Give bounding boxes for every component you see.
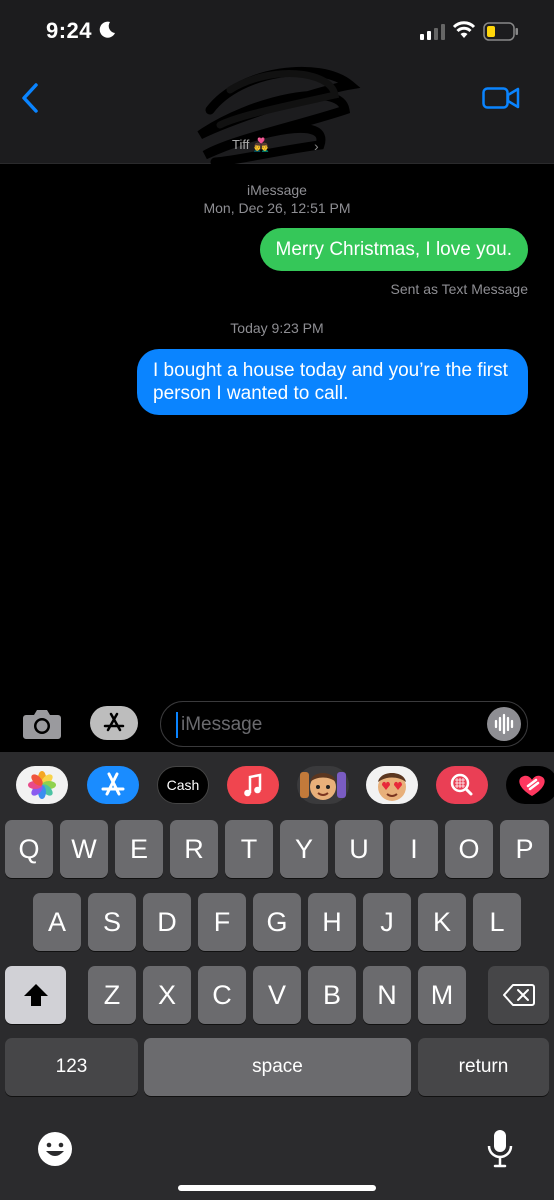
app-store-icon [103,712,125,732]
memoji-icon[interactable] [297,766,349,804]
key-p[interactable]: P [500,820,549,878]
key-r[interactable]: R [170,820,218,878]
key-w[interactable]: W [60,820,108,878]
return-key[interactable]: return [418,1038,549,1096]
conversation-header: Tiff 👨‍❤️‍👨 › [0,60,554,165]
apple-cash-icon[interactable]: Cash [157,766,209,804]
numbers-key[interactable]: 123 [5,1038,138,1096]
message-timestamp: Today 9:23 PM [230,320,324,336]
space-key[interactable]: space [144,1038,411,1096]
video-camera-icon[interactable] [482,86,520,110]
home-indicator[interactable] [178,1185,376,1191]
key-m[interactable]: M [418,966,466,1024]
key-l[interactable]: L [473,893,521,951]
shift-key[interactable] [5,966,66,1024]
key-a[interactable]: A [33,893,81,951]
shift-arrow-icon [23,984,48,1006]
microphone-icon[interactable] [486,1128,514,1170]
key-x[interactable]: X [143,966,191,1024]
key-e[interactable]: E [115,820,163,878]
key-k[interactable]: K [418,893,466,951]
text-cursor [176,712,178,738]
sent-as-label: Sent as Text Message [390,281,528,297]
key-z[interactable]: Z [88,966,136,1024]
moon-icon [99,21,115,38]
key-v[interactable]: V [253,966,301,1024]
key-s[interactable]: S [88,893,136,951]
signal-icon [420,24,445,40]
key-h[interactable]: H [308,893,356,951]
message-bubble-sms[interactable]: Merry Christmas, I love you. [259,228,528,271]
backspace-key[interactable] [488,966,549,1024]
key-u[interactable]: U [335,820,383,878]
photos-app-icon[interactable] [16,766,68,804]
audio-message-button[interactable] [487,707,521,741]
message-input-placeholder: iMessage [181,714,263,735]
message-bubble-imessage[interactable]: I bought a house today and you’re the fi… [137,349,528,415]
music-icon[interactable] [227,766,279,804]
app-drawer: Cash [0,752,554,814]
images-search-icon[interactable] [436,766,488,804]
app-store-icon[interactable] [87,766,139,804]
key-c[interactable]: C [198,966,246,1024]
key-y[interactable]: Y [280,820,328,878]
key-g[interactable]: G [253,893,301,951]
contact-details-chevron-icon[interactable]: › [314,138,319,154]
key-d[interactable]: D [143,893,191,951]
message-input[interactable]: iMessage [160,701,528,747]
digital-touch-icon[interactable] [506,766,554,804]
waveform-icon [494,713,514,735]
key-t[interactable]: T [225,820,273,878]
key-i[interactable]: I [390,820,438,878]
key-f[interactable]: F [198,893,246,951]
app-store-button[interactable] [90,706,138,740]
apple-cash-label: Cash [166,777,200,793]
battery-icon [483,22,518,41]
key-j[interactable]: J [363,893,411,951]
key-n[interactable]: N [363,966,411,1024]
key-b[interactable]: B [308,966,356,1024]
camera-icon[interactable] [22,706,62,740]
status-time: 9:24 [46,18,93,43]
keyboard: Cash Q W E R T Y U I O P A S D F G H J K… [0,752,554,1200]
emoji-icon[interactable] [36,1130,74,1168]
status-bar: 9:24 [0,0,554,60]
key-o[interactable]: O [445,820,493,878]
chevron-left-icon[interactable] [18,82,42,114]
key-q[interactable]: Q [5,820,53,878]
contact-emoji: 👨‍❤️‍👨 [252,137,270,152]
message-timestamp: Mon, Dec 26, 12:51 PM [203,200,351,216]
wifi-icon [452,21,476,38]
memoji-stickers-icon[interactable] [366,766,418,804]
service-label: iMessage [247,182,307,198]
backspace-icon [502,984,535,1006]
